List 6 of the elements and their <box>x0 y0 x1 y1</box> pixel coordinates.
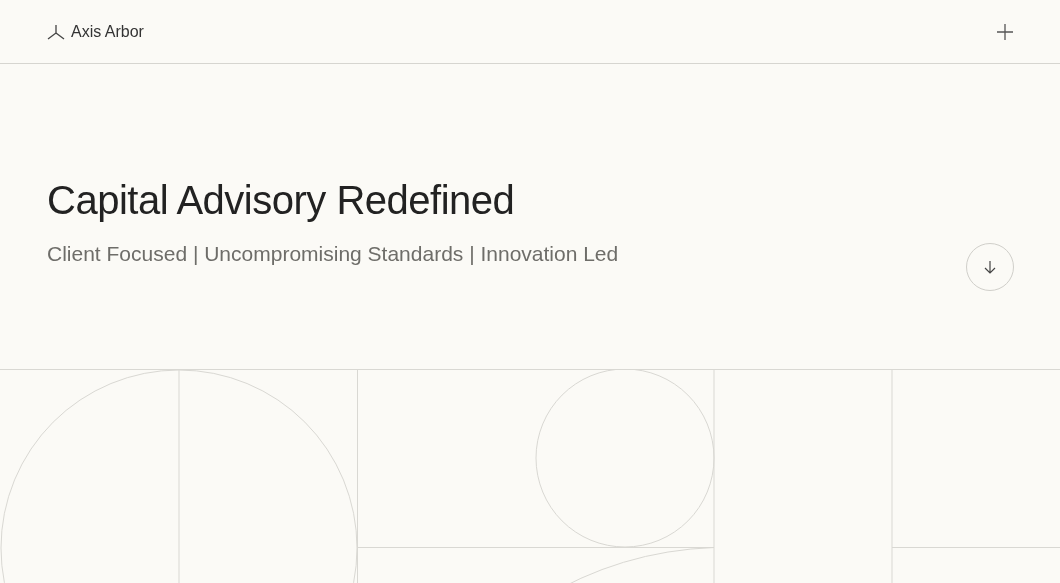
brand-name: Axis Arbor <box>71 21 144 42</box>
logo-icon <box>47 23 65 40</box>
arrow-down-icon <box>983 258 997 275</box>
hero-subtitle: Client Focused | Uncompromising Standards | Innovation Led <box>47 240 619 267</box>
hero-title: Capital Advisory Redefined <box>47 176 516 224</box>
plus-icon <box>996 22 1014 41</box>
